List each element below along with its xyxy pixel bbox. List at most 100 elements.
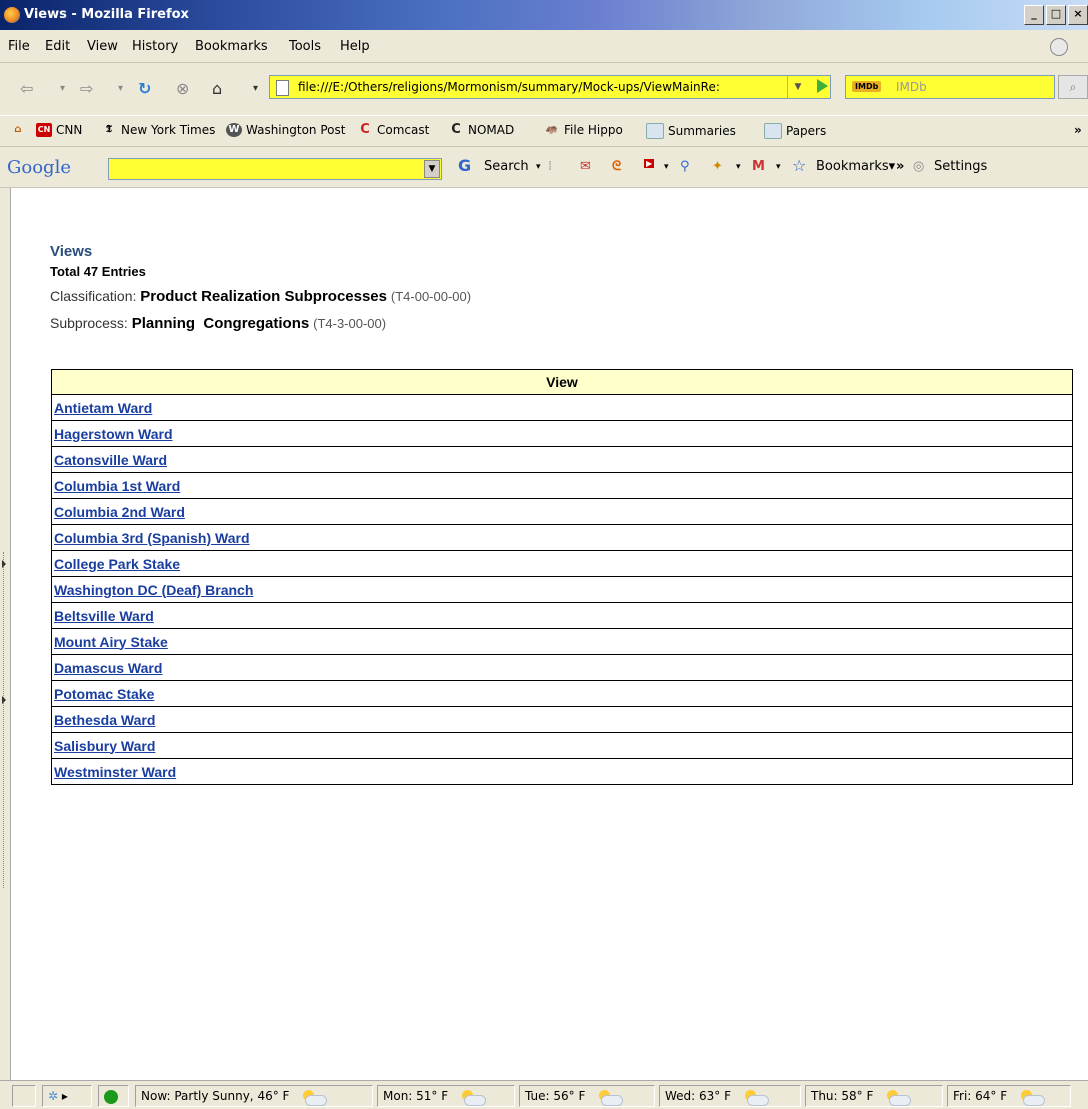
view-link[interactable]: Westminster Ward <box>54 764 176 780</box>
view-link[interactable]: Salisbury Ward <box>54 738 155 754</box>
menu-help[interactable]: Help <box>340 39 370 54</box>
home-dropdown-icon[interactable]: ▾ <box>253 83 258 94</box>
table-row: Antietam Ward <box>51 394 1073 421</box>
gmail-icon[interactable]: M <box>752 159 765 174</box>
bookmark-file-hippo[interactable]: 🦛 File Hippo <box>544 123 623 137</box>
google-logo[interactable]: Google <box>7 157 71 178</box>
view-link[interactable]: Damascus Ward <box>54 660 162 676</box>
google-g-icon[interactable]: G <box>458 156 471 175</box>
minimize-button[interactable]: _ <box>1024 5 1044 25</box>
search-icon[interactable]: ⌕ <box>1058 75 1088 99</box>
spiral-icon[interactable]: ᘓ <box>612 159 621 174</box>
query-icon[interactable]: ⚲ <box>680 159 690 174</box>
google-search-button[interactable]: Search <box>484 159 529 174</box>
view-link[interactable]: Antietam Ward <box>54 400 152 416</box>
bookmark-cnn[interactable]: CN CNN <box>36 123 82 137</box>
weather-mon[interactable]: Mon: 51° F <box>377 1085 515 1107</box>
puzzle-icon[interactable]: ✦ <box>712 159 723 174</box>
weather-fri[interactable]: Fri: 64° F <box>947 1085 1071 1107</box>
view-cell: Potomac Stake <box>51 680 1073 707</box>
sidebar-grip[interactable] <box>0 188 9 1080</box>
forecastfox-icon[interactable]: ✲ ▸ <box>42 1085 92 1107</box>
url-text[interactable]: file:///E:/Others/religions/Mormonism/su… <box>298 80 798 94</box>
bookmark-comcast[interactable]: C Comcast <box>357 123 429 138</box>
weather-wed[interactable]: Wed: 63° F <box>659 1085 801 1107</box>
firefox-icon <box>4 7 20 23</box>
table-row: College Park Stake <box>51 550 1073 577</box>
google-toolbar: Google ▼ G Search ▾ ⁞ ✉ ᘓ ▶ ▾ ⚲ ✦ ▾ M ▾ … <box>0 147 1088 188</box>
view-cell: Washington DC (Deaf) Branch <box>51 576 1073 603</box>
bookmark-summaries[interactable]: Summaries <box>646 123 736 139</box>
view-link[interactable]: Bethesda Ward <box>54 712 155 728</box>
menu-edit[interactable]: Edit <box>45 39 70 54</box>
menu-file[interactable]: File <box>8 39 30 54</box>
view-link[interactable]: Potomac Stake <box>54 686 154 702</box>
dropdown-icon[interactable]: ▾ <box>776 162 781 172</box>
subprocess-code: (T4-3-00-00) <box>313 316 387 331</box>
weather-now[interactable]: Now: Partly Sunny, 46° F <box>135 1085 373 1107</box>
view-cell: Columbia 3rd (Spanish) Ward <box>51 524 1073 551</box>
reload-icon[interactable]: ↻ <box>138 79 151 98</box>
search-engine-placeholder[interactable]: IMDb <box>896 80 927 94</box>
bookmarks-overflow-icon[interactable]: » <box>1074 123 1082 137</box>
view-cell: Hagerstown Ward <box>51 420 1073 447</box>
weather-tue[interactable]: Tue: 56° F <box>519 1085 655 1107</box>
menu-bookmarks[interactable]: Bookmarks <box>195 39 268 54</box>
search-dropdown-icon[interactable]: ▾ <box>536 162 541 172</box>
google-bookmarks-button[interactable]: Bookmarks▾ <box>816 159 895 174</box>
url-history-dropdown[interactable]: ▼ <box>787 76 808 98</box>
close-button[interactable]: × <box>1068 5 1088 25</box>
news-icon[interactable]: ✉ <box>580 159 591 174</box>
google-search-dropdown[interactable]: ▼ <box>424 160 440 178</box>
view-link[interactable]: Columbia 1st Ward <box>54 478 180 494</box>
menu-tools[interactable]: Tools <box>289 39 321 54</box>
subprocess-row: Subprocess: Planning Congregations (T4-3… <box>50 315 386 332</box>
home-bookmark-icon[interactable]: ⌂ <box>10 123 26 137</box>
bookmark-label: CNN <box>56 123 83 137</box>
bookmarks-toolbar: ⌂ CN CNN 𝕿 New York Times W Washington Post… <box>0 115 1088 147</box>
view-link[interactable]: Hagerstown Ward <box>54 426 173 442</box>
back-dropdown-icon[interactable]: ▾ <box>60 83 65 94</box>
forward-icon[interactable]: ⇨ <box>80 79 93 98</box>
bookmark-washington-post[interactable]: W Washington Post <box>226 123 345 137</box>
menu-history[interactable]: History <box>132 39 178 54</box>
view-link[interactable]: Washington DC (Deaf) Branch <box>54 582 253 598</box>
bookmark-nomad[interactable]: C NOMAD <box>448 123 514 138</box>
imdb-logo-icon[interactable]: IMDb <box>852 81 882 92</box>
bookmark-nyt[interactable]: 𝕿 New York Times <box>101 123 215 137</box>
address-bar[interactable]: file:///E:/Others/religions/Mormonism/su… <box>269 75 831 99</box>
home-icon[interactable]: ⌂ <box>212 79 222 98</box>
table-row: Damascus Ward <box>51 654 1073 681</box>
table-row: Hagerstown Ward <box>51 420 1073 447</box>
stop-icon[interactable]: ⊗ <box>176 79 189 98</box>
google-settings-button[interactable]: Settings <box>934 159 987 174</box>
weather-thu[interactable]: Thu: 58° F <box>805 1085 943 1107</box>
maximize-button[interactable]: □ <box>1046 5 1066 25</box>
menu-view[interactable]: View <box>87 39 118 54</box>
view-link[interactable]: Columbia 2nd Ward <box>54 504 185 520</box>
views-table: View Antietam Ward Hagerstown Ward Catonsv… <box>51 369 1073 785</box>
go-icon[interactable] <box>817 79 828 93</box>
expand-arrow-icon[interactable] <box>2 696 6 704</box>
status-indicator-icon[interactable] <box>98 1085 129 1107</box>
forward-dropdown-icon[interactable]: ▾ <box>118 83 123 94</box>
dropdown-icon[interactable]: ▾ <box>664 162 669 172</box>
bookmark-papers[interactable]: Papers <box>764 123 826 139</box>
search-engine-box[interactable]: IMDb IMDb <box>845 75 1055 99</box>
expand-arrow-icon[interactable] <box>2 560 6 568</box>
view-link[interactable]: Catonsville Ward <box>54 452 167 468</box>
star-icon[interactable]: ☆ <box>792 156 806 175</box>
back-icon[interactable]: ⇦ <box>20 79 33 98</box>
google-search-input[interactable]: ▼ <box>108 158 442 180</box>
classification-code: (T4-00-00-00) <box>390 289 472 304</box>
view-link[interactable]: Columbia 3rd (Spanish) Ward <box>54 530 250 546</box>
view-link[interactable]: College Park Stake <box>54 556 180 572</box>
view-link[interactable]: Mount Airy Stake <box>54 634 168 650</box>
google-overflow-icon[interactable]: » <box>896 159 904 174</box>
dropdown-icon[interactable]: ▾ <box>736 162 741 172</box>
partly-sunny-icon <box>456 1089 487 1106</box>
youtube-icon[interactable]: ▶ <box>644 159 655 168</box>
view-cell: Bethesda Ward <box>51 706 1073 733</box>
settings-icon[interactable]: ◎ <box>913 159 924 174</box>
view-link[interactable]: Beltsville Ward <box>54 608 154 624</box>
